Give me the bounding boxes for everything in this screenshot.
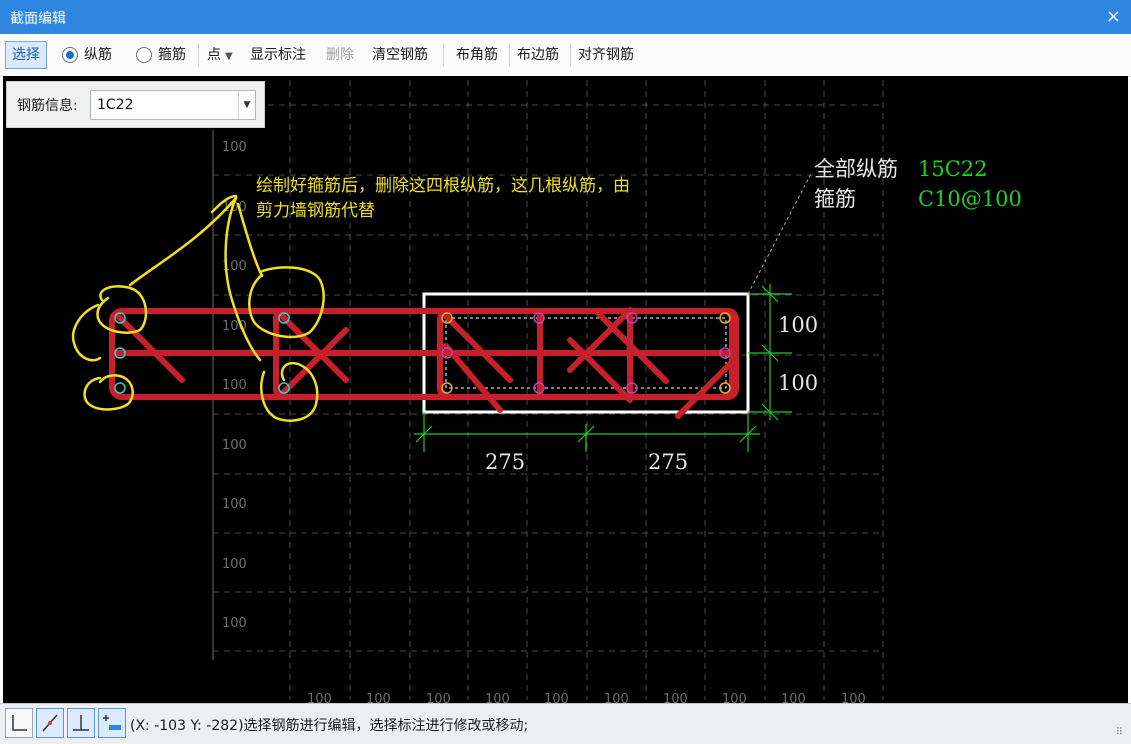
radio-checked-icon [62,47,78,63]
dim-bottom-left[interactable]: 275 [485,450,525,474]
resize-grip-icon[interactable]: ⠿ [1116,727,1123,738]
longitudinal-radio[interactable]: 纵筋 [62,43,112,67]
toolbar: 选择 纵筋 箍筋 点 ▼ 显示标注 删除 清空钢筋 布角筋 布边筋 对齐钢筋 [0,34,1131,77]
longitudinal-label: 纵筋 [84,47,112,63]
rebar-point[interactable] [114,382,126,394]
annotation-circle [83,374,134,411]
select-button[interactable]: 选择 [5,41,47,69]
legend-leader-line [747,171,813,295]
toolbar-divider [509,44,510,66]
dim-right-top[interactable]: 100 [778,313,818,337]
annotation-line-1: 绘制好箍筋后，删除这四根纵筋，这几根纵筋，由 [256,176,630,196]
rebar-info-panel: 钢筋信息: 1C22 ▼ [6,81,265,128]
status-bar: (X: -103 Y: -282)选择钢筋进行编辑，选择标注进行修改或移动; ⠿ [0,703,1131,744]
radio-unchecked-icon [136,47,152,63]
grid-label: 100 [222,497,247,512]
toolbar-divider [198,44,199,66]
perpendicular-icon[interactable] [67,708,95,738]
grid-label: 100 [722,692,747,703]
stirrup-hook[interactable] [115,313,185,383]
annotation-line-2: 剪力墙钢筋代替 [256,201,375,221]
rebar-info-select[interactable]: 1C22 ▼ [90,90,256,120]
clear-rebar-button[interactable]: 清空钢筋 [372,43,428,67]
chevron-down-icon[interactable]: ▼ [238,91,255,119]
close-icon[interactable]: × [1106,6,1121,27]
chevron-down-icon: ▼ [225,51,233,62]
point-label: 点 [207,47,221,63]
grid-label: 100 [222,557,247,572]
dim-bottom-right[interactable]: 275 [648,450,688,474]
delete-button[interactable]: 删除 [326,43,354,67]
grid-label: 100 [781,692,806,703]
rebar-info-label: 钢筋信息: [17,98,78,114]
dimension-values[interactable]: 100 100 275 275 [485,313,818,474]
point-dropdown[interactable]: 点 ▼ [207,43,233,67]
grid-label: 100 [485,692,510,703]
grid-label: 100 [426,692,451,703]
ortho-mode-icon[interactable] [5,708,33,738]
grid-label: 100 [222,378,247,393]
corner-rebar-button[interactable]: 布角筋 [456,43,498,67]
annotation-text: 绘制好箍筋后，删除这四根纵筋，这几根纵筋，由 剪力墙钢筋代替 [256,176,630,221]
grid-label: 100 [366,692,391,703]
grid-label: 100 [222,616,247,631]
stirrup-hook[interactable] [567,337,633,403]
stirrup-label: 箍筋 [158,47,186,63]
grid-label: 100 [222,438,247,453]
grid-label: 100 [841,692,866,703]
rebar-legend[interactable]: 全部纵筋 15C22 箍筋 C10@100 [814,157,1022,211]
show-dims-button[interactable]: 显示标注 [250,43,306,67]
toolbar-divider [443,44,444,66]
legend-all-label: 全部纵筋 [814,157,898,181]
align-rebar-button[interactable]: 对齐钢筋 [578,43,634,67]
grid-labels: 100 100 100 100 100 100 100 100 100 100 … [222,140,866,703]
snap-line-icon[interactable] [36,708,64,738]
drawing-canvas[interactable]: 100 100 100 100 100 100 100 100 100 100 … [3,76,1128,703]
stirrup-hook[interactable] [675,355,739,419]
grid-label: 100 [604,692,629,703]
annotation-circle [260,361,319,422]
grid-label: 100 [307,692,332,703]
stirrup-hook[interactable] [443,313,513,383]
legend-stirrup-value[interactable]: C10@100 [918,187,1022,211]
dim-right-bottom[interactable]: 100 [778,371,818,395]
window-title: 截面编辑 [10,11,66,27]
status-text: (X: -103 Y: -282)选择钢筋进行编辑，选择标注进行修改或移动; [130,718,529,734]
annotation-circle [248,266,325,339]
grid-label: 100 [544,692,569,703]
grid-label: 100 [222,140,247,155]
legend-all-value[interactable]: 15C22 [918,157,988,181]
edge-rebar-button[interactable]: 布边筋 [517,43,559,67]
drawing-svg[interactable]: 100 100 100 100 100 100 100 100 100 100 … [3,76,1128,703]
annotation-circle [71,303,102,362]
annotation-stroke [128,196,238,287]
grid-label: 100 [663,692,688,703]
rebar-info-value: 1C22 [97,97,134,113]
toolbar-divider [570,44,571,66]
insert-point-icon[interactable] [98,708,126,738]
title-bar: 截面编辑 × [0,0,1131,34]
stirrup-radio[interactable]: 箍筋 [136,43,186,67]
legend-stirrup-label: 箍筋 [814,187,856,211]
